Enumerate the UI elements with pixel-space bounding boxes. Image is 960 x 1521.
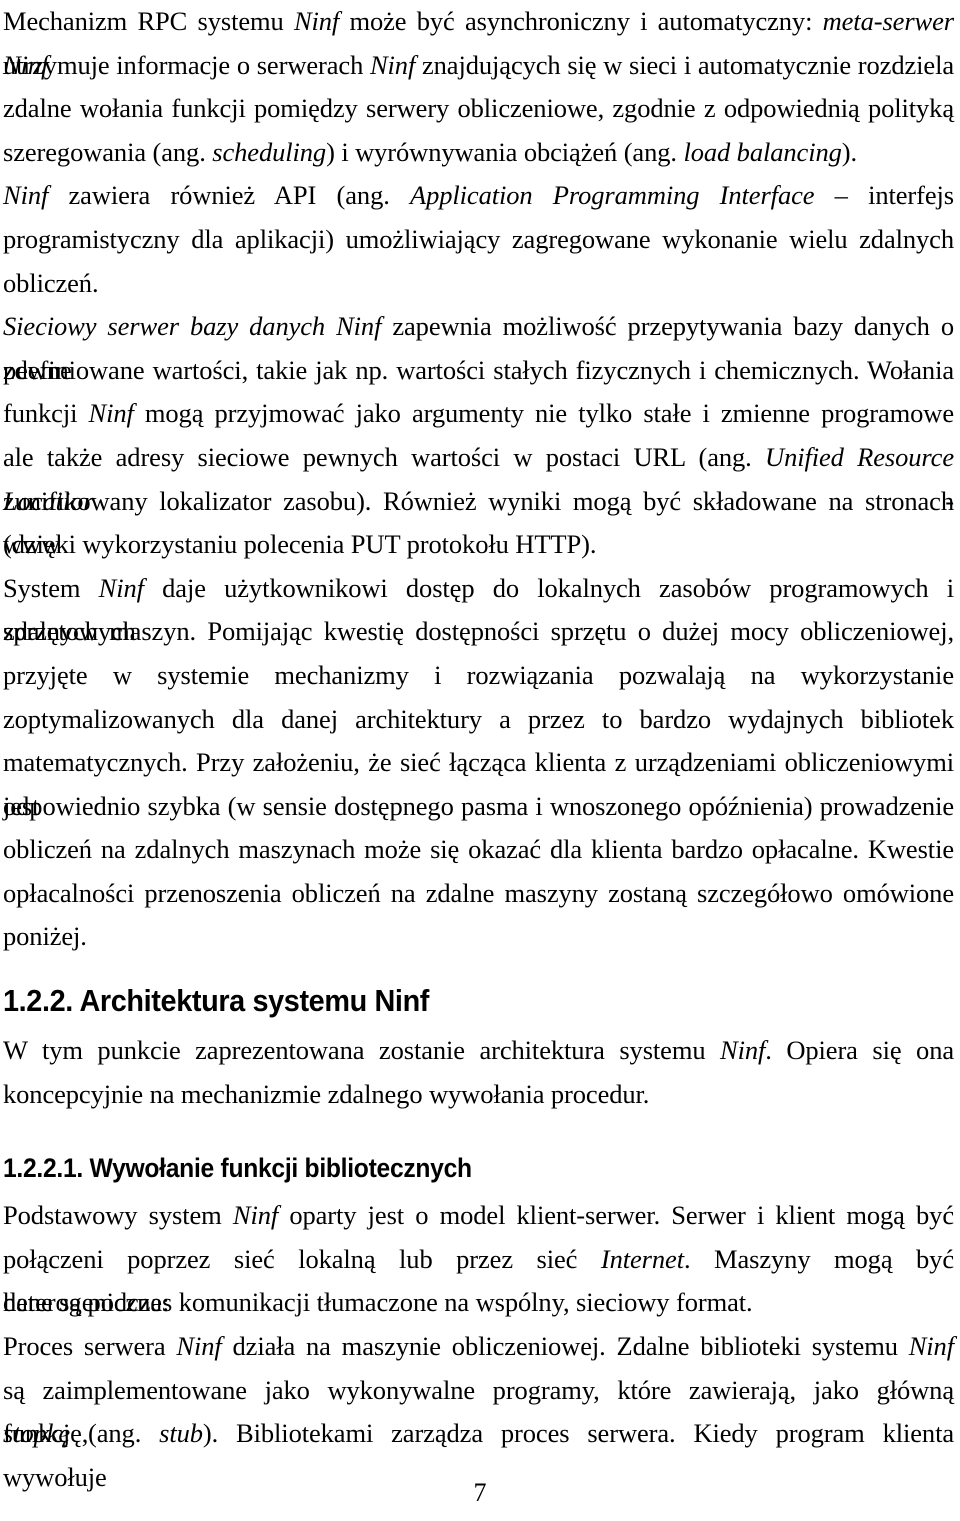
text-line: stopkę (ang. stub). Bibliotekami zarządz… bbox=[3, 1412, 954, 1492]
text-line: zdefiniowane wartości, takie jak np. war… bbox=[3, 349, 954, 393]
heading-wywolanie-funkcji-bibliotecznych: 1.2.2.1. Wywołanie funkcji bibliotecznyc… bbox=[3, 1153, 472, 1184]
text-run: poniżej. bbox=[3, 921, 87, 952]
text-run: zdefiniowane wartości, takie jak np. war… bbox=[3, 354, 954, 385]
paragraph-rpc-mechanism: Mechanizm RPC systemu Ninf może być asyn… bbox=[3, 0, 954, 174]
emphasis-ninf: Ninf bbox=[3, 180, 49, 211]
emphasis-internet: Internet bbox=[600, 1243, 684, 1274]
emphasis-stopke: stopkę bbox=[3, 1418, 71, 1449]
text-run: – interfejs bbox=[814, 180, 954, 211]
text-line: przyjęte w systemie mechanizmy i rozwiąz… bbox=[3, 654, 954, 698]
text-line: Sieciowy serwer bazy danych Ninf zapewni… bbox=[3, 305, 954, 385]
text-line: szeregowania (ang. scheduling) i wyrówny… bbox=[3, 131, 954, 175]
text-run: Mechanizm RPC systemu bbox=[3, 6, 294, 36]
text-line: Ninf zawiera również API (ang. Applicati… bbox=[3, 174, 954, 218]
emphasis-ninf: Ninf bbox=[720, 1035, 766, 1066]
paragraph-system-access: System Ninf daje użytkownikowi dostęp do… bbox=[3, 567, 954, 959]
text-line: Mechanizm RPC systemu Ninf może być asyn… bbox=[3, 0, 954, 80]
text-run: utrzymuje informacje o serwerach bbox=[3, 49, 370, 80]
text-line: połączeni poprzez sieć lokalną lub przez… bbox=[3, 1238, 954, 1318]
text-run: szeregowania (ang. bbox=[3, 136, 213, 167]
emphasis-ninf: Ninf bbox=[176, 1331, 222, 1362]
emphasis-application-programming-interface: Application Programming Interface bbox=[410, 180, 815, 211]
emphasis-sieciowy-serwer-bazy-danych-ninf: Sieciowy serwer bazy danych Ninf bbox=[3, 311, 382, 342]
text-line: zunifikowany lokalizator zasobu). Równie… bbox=[3, 480, 954, 560]
text-line: ale także adresy sieciowe pewnych wartoś… bbox=[3, 436, 954, 516]
text-run: znajdujących się w sieci i automatycznie… bbox=[415, 49, 954, 80]
page-number: 7 bbox=[473, 1478, 487, 1507]
text-run: ). bbox=[841, 136, 858, 167]
text-run: ) i wyrównywania obciążeń (ang. bbox=[326, 136, 684, 167]
text-line: matematycznych. Przy założeniu, że sieć … bbox=[3, 741, 954, 821]
emphasis-load-balancing: load balancing bbox=[683, 136, 842, 167]
text-run: (dzięki wykorzystaniu polecenia PUT prot… bbox=[3, 529, 597, 560]
text-run: ale także adresy sieciowe pewnych wartoś… bbox=[3, 441, 766, 472]
text-line: odpowiednio szybka (w sensie dostępnego … bbox=[3, 785, 954, 829]
text-run: połączeni poprzez sieć lokalną lub przez… bbox=[3, 1243, 601, 1274]
text-run: może być asynchroniczny i automatyczny: bbox=[339, 6, 823, 36]
text-run: zdalnych maszyn. Pomijając kwestię dostę… bbox=[3, 616, 954, 647]
paragraph-server-process: Proces serwera Ninf działa na maszynie o… bbox=[3, 1325, 954, 1492]
paragraph-network-database-server: Sieciowy serwer bazy danych Ninf zapewni… bbox=[3, 305, 954, 567]
paragraph-api: Ninf zawiera również API (ang. Applicati… bbox=[3, 174, 954, 305]
emphasis-ninf: Ninf bbox=[88, 398, 134, 429]
text-line: obliczeń. bbox=[3, 262, 954, 306]
text-run: Podstawowy system bbox=[3, 1200, 233, 1231]
emphasis-ninf: Ninf bbox=[369, 49, 416, 80]
emphasis-ninf: Ninf bbox=[98, 572, 144, 603]
text-line: Podstawowy system Ninf oparty jest o mod… bbox=[3, 1194, 954, 1238]
emphasis-stub: stub bbox=[159, 1418, 203, 1449]
text-run: (ang. bbox=[70, 1418, 160, 1449]
heading-spacer bbox=[3, 1185, 954, 1194]
emphasis-ninf: Ninf bbox=[908, 1331, 954, 1362]
text-run: programistyczny dla aplikacji) umożliwia… bbox=[3, 223, 954, 254]
text-run: W tym punkcie zaprezentowana zostanie ar… bbox=[3, 1035, 721, 1066]
text-line: koncepcyjnie na mechanizmie zdalnego wyw… bbox=[3, 1073, 954, 1117]
text-run: . Opiera się ona bbox=[765, 1035, 955, 1066]
text-run: mogą przyjmować jako argumenty nie tylko… bbox=[133, 398, 955, 429]
text-line: dane są podczas komunikacji tłumaczone n… bbox=[3, 1281, 954, 1325]
paragraph-client-server-model: Podstawowy system Ninf oparty jest o mod… bbox=[3, 1194, 954, 1325]
emphasis-ninf: Ninf bbox=[293, 6, 340, 36]
text-run: odpowiednio szybka (w sensie dostępnego … bbox=[3, 790, 954, 821]
text-run: obliczeń na zdalnych maszynach może się … bbox=[3, 834, 954, 865]
text-line: obliczeń na zdalnych maszynach może się … bbox=[3, 828, 954, 872]
text-run: opłacalności przenoszenia obliczeń na zd… bbox=[3, 877, 954, 908]
text-line: zoptymalizowanych dla danej architektury… bbox=[3, 698, 954, 742]
text-run: System bbox=[3, 572, 99, 603]
text-run: zoptymalizowanych dla danej architektury… bbox=[3, 703, 954, 734]
text-line: zdalnych maszyn. Pomijając kwestię dostę… bbox=[3, 610, 954, 654]
text-run: zdalne wołania funkcji pomiędzy serwery … bbox=[3, 93, 954, 124]
text-line: funkcji Ninf mogą przyjmować jako argume… bbox=[3, 392, 954, 436]
text-line: W tym punkcie zaprezentowana zostanie ar… bbox=[3, 1029, 954, 1073]
text-line: (dzięki wykorzystaniu polecenia PUT prot… bbox=[3, 523, 954, 567]
text-run: funkcji bbox=[3, 398, 89, 429]
text-run: oparty jest o model klient-serwer. Serwe… bbox=[278, 1200, 954, 1231]
text-line: opłacalności przenoszenia obliczeń na zd… bbox=[3, 872, 954, 916]
text-run: Proces serwera bbox=[3, 1331, 177, 1362]
text-run: dane są podczas komunikacji tłumaczone n… bbox=[3, 1287, 753, 1318]
paragraph-architecture-intro: W tym punkcie zaprezentowana zostanie ar… bbox=[3, 1029, 954, 1116]
text-run: zawiera również API (ang. bbox=[48, 180, 410, 211]
emphasis-scheduling: scheduling bbox=[212, 136, 327, 167]
text-line: programistyczny dla aplikacji) umożliwia… bbox=[3, 218, 954, 262]
text-line: System Ninf daje użytkownikowi dostęp do… bbox=[3, 567, 954, 647]
document-page: Mechanizm RPC systemu Ninf może być asyn… bbox=[0, 0, 960, 1521]
text-line: są zaimplementowane jako wykonywalne pro… bbox=[3, 1369, 954, 1449]
text-run: koncepcyjnie na mechanizmie zdalnego wyw… bbox=[3, 1078, 650, 1109]
text-line: poniżej. bbox=[3, 915, 954, 959]
text-run: obliczeń. bbox=[3, 267, 99, 298]
text-run: działa na maszynie obliczeniowej. Zdalne… bbox=[221, 1331, 909, 1362]
text-line: zdalne wołania funkcji pomiędzy serwery … bbox=[3, 87, 954, 131]
emphasis-ninf: Ninf bbox=[232, 1200, 279, 1231]
text-run: przyjęte w systemie mechanizmy i rozwiąz… bbox=[3, 659, 954, 690]
text-line: Proces serwera Ninf działa na maszynie o… bbox=[3, 1325, 954, 1369]
text-line: utrzymuje informacje o serwerach Ninf zn… bbox=[3, 44, 954, 88]
heading-spacer bbox=[3, 1020, 954, 1029]
heading-architektura-systemu-ninf: 1.2.2. Architektura systemu Ninf bbox=[3, 983, 430, 1019]
